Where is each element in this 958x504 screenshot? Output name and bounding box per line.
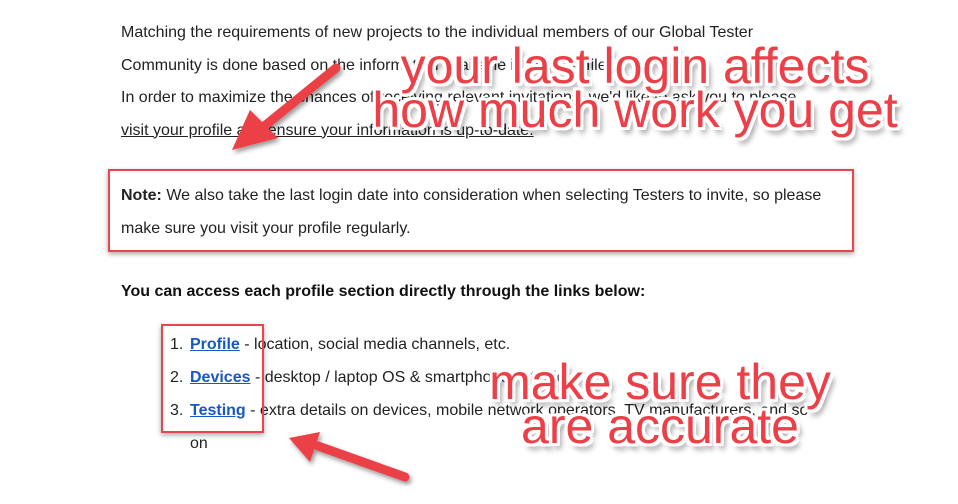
links-highlight-box (161, 324, 264, 433)
annotation-bottom: make sure they are accurate (480, 357, 840, 454)
note-paragraph: Note: We also take the last login date i… (121, 180, 851, 245)
annotation-top-line-2: how much work you get (372, 82, 898, 138)
annotation-top: your last login affects how much work yo… (355, 41, 915, 138)
link-description-continuation: on (190, 435, 208, 452)
link-description: - location, social media channels, etc. (239, 336, 511, 353)
note-text: We also take the last login date into co… (121, 187, 822, 237)
note-label: Note: (121, 187, 162, 204)
section-heading: You can access each profile section dire… (121, 283, 646, 300)
annotation-bottom-line-2: are accurate (521, 398, 799, 454)
